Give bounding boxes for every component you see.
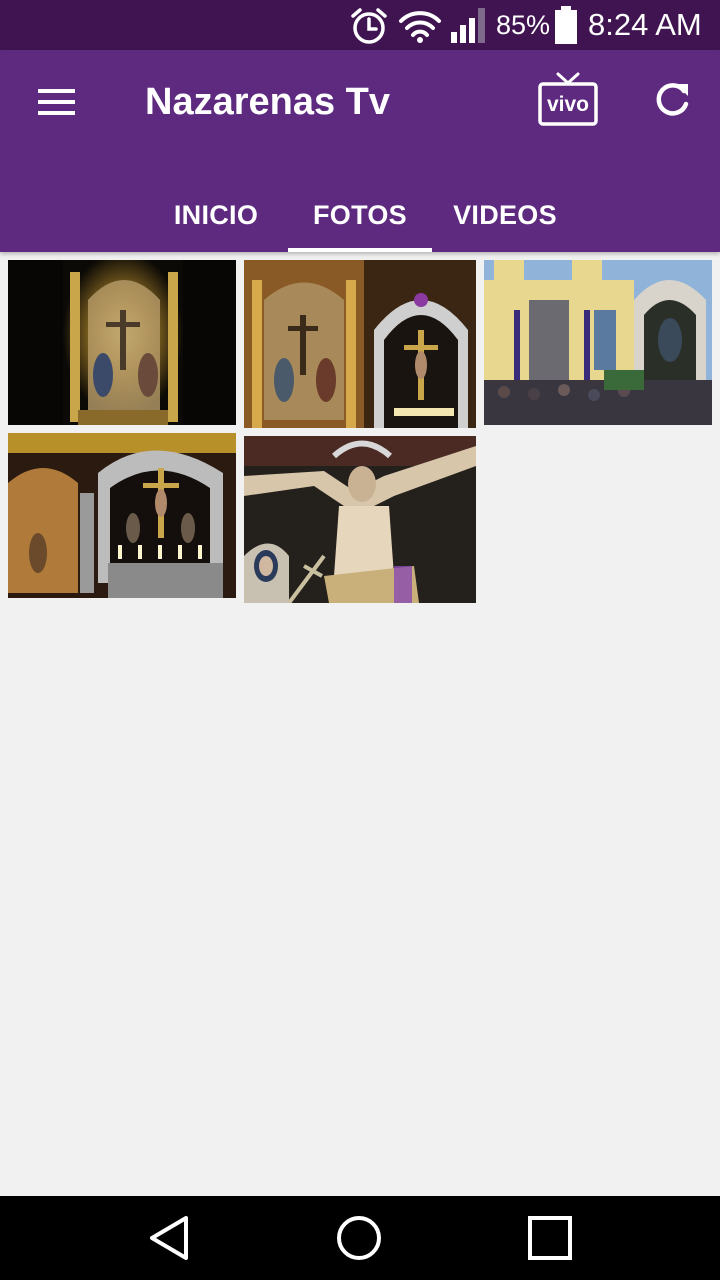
alarm-icon	[351, 8, 387, 44]
battery-percent: 85%	[496, 9, 551, 40]
app-title: Nazarenas Tv	[145, 81, 391, 123]
refresh-button[interactable]	[650, 78, 694, 122]
clock: 8:24 AM	[588, 7, 702, 42]
home-button[interactable]	[331, 1210, 387, 1266]
recents-icon	[528, 1216, 572, 1260]
photo-image	[8, 260, 236, 425]
tv-icon: vivo	[538, 72, 598, 126]
recents-button[interactable]	[522, 1210, 578, 1266]
live-tv-button[interactable]: vivo	[534, 70, 602, 130]
tab-videos[interactable]: VIDEOS	[440, 178, 570, 252]
photo-thumbnail[interactable]	[244, 436, 476, 603]
signal-icon	[451, 8, 485, 43]
photo-image	[244, 436, 476, 603]
back-icon	[150, 1216, 188, 1260]
app-bar: Nazarenas Tv vivo INICIO FOTOS VIDEOS	[0, 50, 720, 252]
hamburger-menu-icon	[38, 89, 75, 115]
live-tv-label: vivo	[547, 93, 589, 116]
tab-fotos[interactable]: FOTOS	[288, 178, 432, 252]
photo-thumbnail[interactable]	[8, 260, 236, 425]
battery-icon	[555, 6, 577, 44]
system-nav-bar	[0, 1196, 720, 1280]
tab-bar: INICIO FOTOS VIDEOS	[0, 178, 720, 252]
photo-image	[8, 433, 236, 598]
home-icon	[337, 1216, 381, 1260]
selected-tab-indicator	[288, 248, 432, 252]
photo-thumbnail[interactable]	[484, 260, 712, 425]
menu-button[interactable]	[26, 78, 86, 126]
wifi-icon	[399, 11, 441, 43]
photo-thumbnail[interactable]	[8, 433, 236, 598]
photo-image	[484, 260, 712, 425]
photo-image	[244, 260, 476, 428]
tab-inicio[interactable]: INICIO	[150, 178, 282, 252]
refresh-icon	[656, 83, 689, 116]
back-button[interactable]	[142, 1210, 198, 1266]
status-bar: 85% 8:24 AM	[0, 0, 720, 50]
photo-thumbnail[interactable]	[244, 260, 476, 428]
